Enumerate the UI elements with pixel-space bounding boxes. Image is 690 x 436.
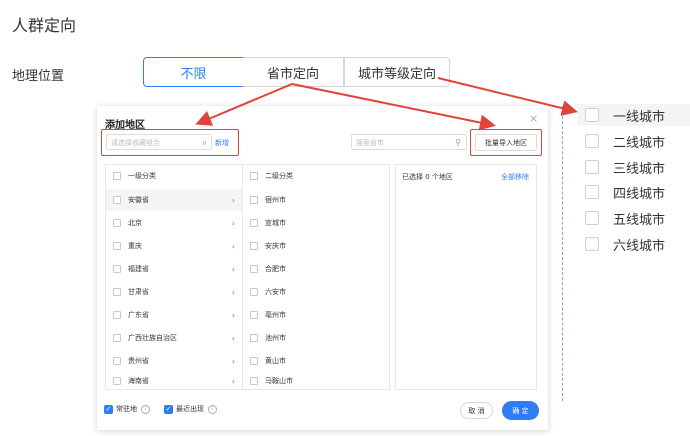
arrow-line: [437, 77, 578, 116]
arrow-line: [291, 83, 496, 131]
arrow-line: [195, 83, 293, 126]
annotation-arrows: [195, 77, 578, 131]
